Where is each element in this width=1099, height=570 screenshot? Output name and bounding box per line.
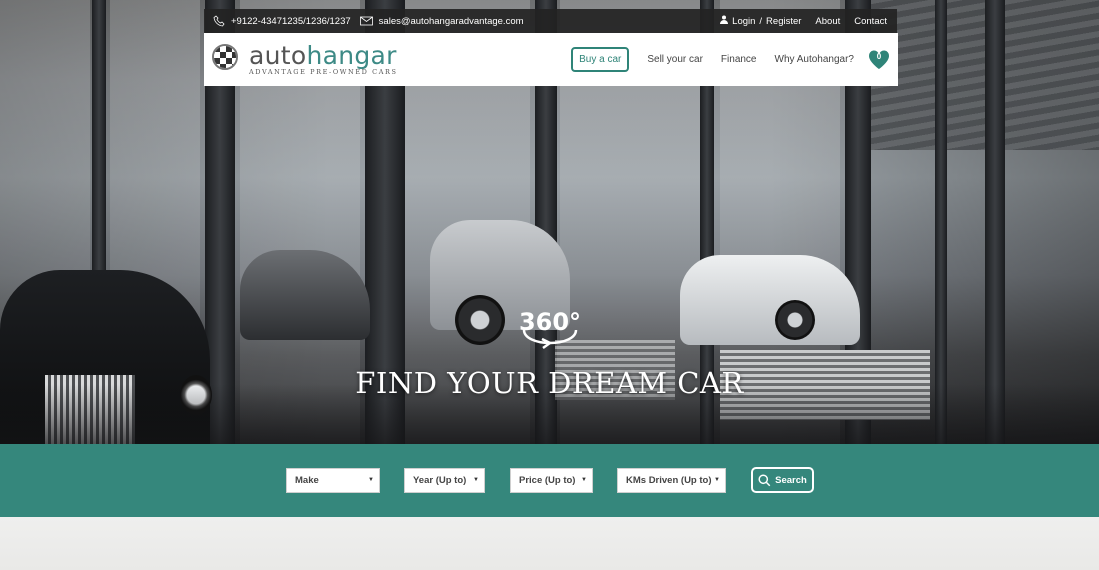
login-separator: / <box>759 15 763 27</box>
contact-link[interactable]: Contact <box>854 16 887 27</box>
email-address: sales@autohangaradvantage.com <box>378 15 524 27</box>
phone-icon <box>212 14 226 28</box>
price-select[interactable]: Price (Up to) ▼ <box>510 468 593 493</box>
top-contact-bar: +9122-43471235/1236/1237 sales@autohanga… <box>204 9 897 33</box>
360-view-icon[interactable]: 360° <box>518 306 582 350</box>
phone-contact[interactable]: +9122-43471235/1236/1237 <box>212 14 351 28</box>
search-icon <box>758 473 771 486</box>
dropdown-arrow-icon: ▼ <box>368 477 374 483</box>
dropdown-arrow-icon: ▼ <box>473 477 479 483</box>
nav-why-autohangar[interactable]: Why Autohangar? <box>775 54 855 65</box>
wishlist-button[interactable]: 0 <box>868 49 890 70</box>
logo-text-hangar: hangar <box>306 41 397 70</box>
nav-sell-car[interactable]: Sell your car <box>647 54 703 65</box>
360-text: 360° <box>519 308 581 336</box>
site-logo[interactable]: autohangar ADVANTAGE PRE-OWNED CARS <box>212 41 396 77</box>
year-select-label: Year (Up to) <box>413 475 467 486</box>
logo-text-auto: auto <box>249 41 307 70</box>
login-link[interactable]: Login <box>732 16 755 27</box>
main-navbar: autohangar ADVANTAGE PRE-OWNED CARS Buy … <box>204 33 898 86</box>
nav-buy-car[interactable]: Buy a car <box>571 47 630 72</box>
hero-headline: FIND YOUR DREAM CAR <box>355 366 744 400</box>
about-link[interactable]: About <box>815 16 840 27</box>
dropdown-arrow-icon: ▼ <box>714 477 720 483</box>
envelope-icon <box>360 14 374 28</box>
year-select[interactable]: Year (Up to) ▼ <box>404 468 485 493</box>
make-select[interactable]: Make ▼ <box>286 468 380 493</box>
nav-menu: Buy a car Sell your car Finance Why Auto… <box>571 33 890 86</box>
register-link[interactable]: Register <box>766 16 801 27</box>
nav-finance[interactable]: Finance <box>721 54 757 65</box>
wishlist-count: 0 <box>876 51 882 61</box>
search-button[interactable]: Search <box>751 467 814 493</box>
search-button-label: Search <box>775 474 807 486</box>
checkered-flag-icon <box>212 44 238 70</box>
logo-tagline: ADVANTAGE PRE-OWNED CARS <box>249 68 398 76</box>
make-select-label: Make <box>295 475 319 486</box>
user-icon <box>720 15 729 27</box>
kms-select[interactable]: KMs Driven (Up to) ▼ <box>617 468 726 493</box>
email-contact[interactable]: sales@autohangaradvantage.com <box>360 14 524 28</box>
price-select-label: Price (Up to) <box>519 475 576 486</box>
dropdown-arrow-icon: ▼ <box>581 477 587 483</box>
phone-number: +9122-43471235/1236/1237 <box>231 15 351 27</box>
kms-select-label: KMs Driven (Up to) <box>626 475 712 486</box>
content-section <box>0 517 1099 570</box>
